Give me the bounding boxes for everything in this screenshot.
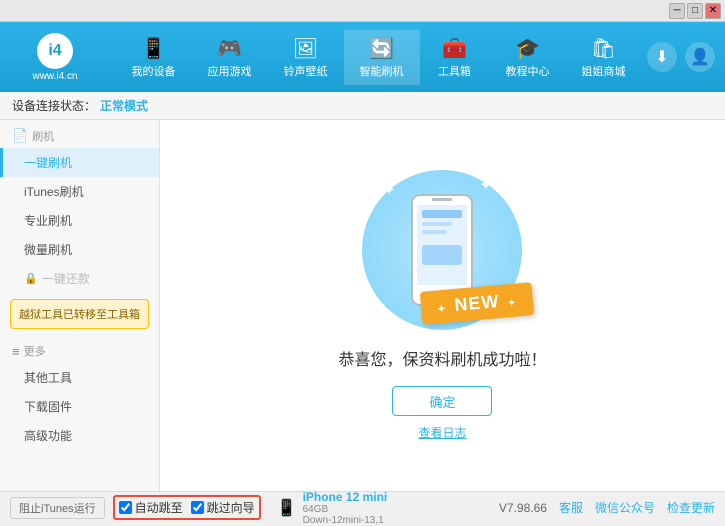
sidebar-item-pro-flash[interactable]: 专业刷机 (0, 206, 159, 235)
nav-apps-label: 应用游戏 (208, 63, 252, 79)
wechat-link[interactable]: 微信公众号 (595, 499, 655, 516)
nav-tutorials[interactable]: 🎓 教程中心 (490, 30, 566, 85)
one-click-restore-label: 一键还款 (42, 270, 90, 287)
status-prefix: 设备连接状态： (12, 97, 96, 114)
auto-jump-checkbox[interactable]: 自动跳至 (119, 499, 183, 516)
my-device-icon: 📱 (141, 36, 166, 61)
nav-bar: 📱 我的设备 🎮 应用游戏 🖼 铃声壁纸 🔄 智能刷机 🧰 工具箱 🎓 教程中心… (110, 30, 647, 85)
close-btn[interactable]: ✕ (705, 3, 721, 19)
sidebar-item-other-tools[interactable]: 其他工具 (0, 363, 159, 392)
nav-wallpaper[interactable]: 🖼 铃声壁纸 (268, 30, 344, 85)
nav-tools-label: 工具箱 (438, 63, 471, 79)
re-flash-link[interactable]: 查看日志 (418, 424, 466, 441)
nav-store[interactable]: 🛍 姐姐商城 (566, 30, 642, 85)
flash-section-label: 刷机 (32, 128, 54, 144)
skip-wizard-checkbox[interactable]: 跳过向导 (191, 499, 255, 516)
maximize-btn[interactable]: □ (687, 3, 703, 19)
main-layout: 📄 刷机 一键刷机 iTunes刷机 专业刷机 微量刷机 🔒 一键还款 越狱工具… (0, 120, 725, 491)
nav-store-label: 姐姐商城 (582, 63, 626, 79)
sparkle-3-icon: ✦ (372, 295, 385, 315)
device-info: 📱 iPhone 12 mini 64GB Down-12mini-13,1 (277, 490, 388, 526)
success-text: 恭喜您，保资料刷机成功啦！ (338, 346, 546, 370)
nav-my-device[interactable]: 📱 我的设备 (116, 30, 192, 85)
nav-tools[interactable]: 🧰 工具箱 (420, 30, 490, 85)
sidebar: 📄 刷机 一键刷机 iTunes刷机 专业刷机 微量刷机 🔒 一键还款 越狱工具… (0, 120, 160, 491)
user-btn[interactable]: 👤 (685, 42, 715, 72)
title-bar: ─ □ ✕ (0, 0, 725, 22)
bottom-right: V7.98.66 客服 微信公众号 检查更新 (499, 499, 715, 516)
device-details: iPhone 12 mini 64GB Down-12mini-13,1 (303, 490, 388, 526)
nav-smart-flash[interactable]: 🔄 智能刷机 (344, 30, 420, 85)
tutorials-icon: 🎓 (515, 36, 540, 61)
customer-service-link[interactable]: 客服 (559, 499, 583, 516)
status-bar: 设备连接状态： 正常模式 (0, 92, 725, 120)
sparkle-1-icon: ✦ (382, 180, 395, 200)
device-storage: 64GB (303, 504, 388, 515)
sidebar-item-advanced[interactable]: 高级功能 (0, 421, 159, 450)
sidebar-section-flash: 📄 刷机 (0, 120, 159, 148)
sidebar-item-one-click-restore: 🔒 一键还款 (0, 264, 159, 293)
sidebar-item-reduce-flash[interactable]: 微量刷机 (0, 235, 159, 264)
bottom-bar: 阻止iTunes运行 自动跳至 跳过向导 📱 iPhone 12 mini 64… (0, 491, 725, 523)
minimize-btn[interactable]: ─ (669, 3, 685, 19)
check-update-link[interactable]: 检查更新 (667, 499, 715, 516)
nav-smart-flash-label: 智能刷机 (360, 63, 404, 79)
download-btn[interactable]: ⬇ (647, 42, 677, 72)
sidebar-section-more: ≡ 更多 (0, 335, 159, 363)
more-section-icon: ≡ (12, 344, 20, 359)
sidebar-notice: 越狱工具已转移至工具箱 (10, 299, 149, 329)
main-content: ✦ ✦ ✦ ✦ NEW (160, 120, 725, 491)
highlight-box: 自动跳至 跳过向导 (113, 495, 261, 520)
nav-tutorials-label: 教程中心 (506, 63, 550, 79)
bottom-left: 阻止iTunes运行 自动跳至 跳过向导 📱 iPhone 12 mini 64… (10, 490, 387, 526)
nav-my-device-label: 我的设备 (132, 63, 176, 79)
more-section-label: 更多 (24, 343, 46, 359)
nav-wallpaper-label: 铃声壁纸 (284, 63, 328, 79)
itunes-btn[interactable]: 阻止iTunes运行 (10, 497, 105, 519)
lock-icon: 🔒 (24, 272, 38, 285)
sidebar-item-one-click-flash[interactable]: 一键刷机 (0, 148, 159, 177)
skip-wizard-input[interactable] (191, 501, 204, 514)
sidebar-item-download-firmware[interactable]: 下载固件 (0, 392, 159, 421)
logo-icon: i4 (37, 33, 73, 69)
phone-circle: ✦ ✦ ✦ ✦ NEW (362, 170, 522, 330)
device-version: Down-12mini-13,1 (303, 515, 388, 526)
success-illustration: ✦ ✦ ✦ ✦ NEW (338, 170, 546, 441)
version-label: V7.98.66 (499, 501, 547, 515)
device-name: iPhone 12 mini (303, 490, 388, 504)
header-right: ⬇ 👤 (647, 42, 715, 72)
apps-icon: 🎮 (217, 36, 242, 61)
confirm-button[interactable]: 确定 (392, 386, 492, 416)
auto-jump-label: 自动跳至 (135, 499, 183, 516)
skip-wizard-label: 跳过向导 (207, 499, 255, 516)
smart-flash-icon: 🔄 (369, 36, 394, 61)
sparkle-2-icon: ✦ (479, 175, 492, 195)
store-icon: 🛍 (591, 36, 616, 61)
logo-text: www.i4.cn (32, 71, 77, 82)
tools-icon: 🧰 (442, 36, 467, 61)
wallpaper-icon: 🖼 (293, 36, 318, 61)
header: i4 www.i4.cn 📱 我的设备 🎮 应用游戏 🖼 铃声壁纸 🔄 智能刷机… (0, 22, 725, 92)
flash-section-icon: 📄 (12, 128, 28, 144)
nav-apps[interactable]: 🎮 应用游戏 (192, 30, 268, 85)
sidebar-item-itunes-flash[interactable]: iTunes刷机 (0, 177, 159, 206)
auto-jump-input[interactable] (119, 501, 132, 514)
notice-text: 越狱工具已转移至工具箱 (19, 309, 140, 321)
status-value: 正常模式 (100, 97, 148, 114)
logo-area: i4 www.i4.cn (10, 33, 100, 82)
device-phone-icon: 📱 (277, 498, 297, 518)
